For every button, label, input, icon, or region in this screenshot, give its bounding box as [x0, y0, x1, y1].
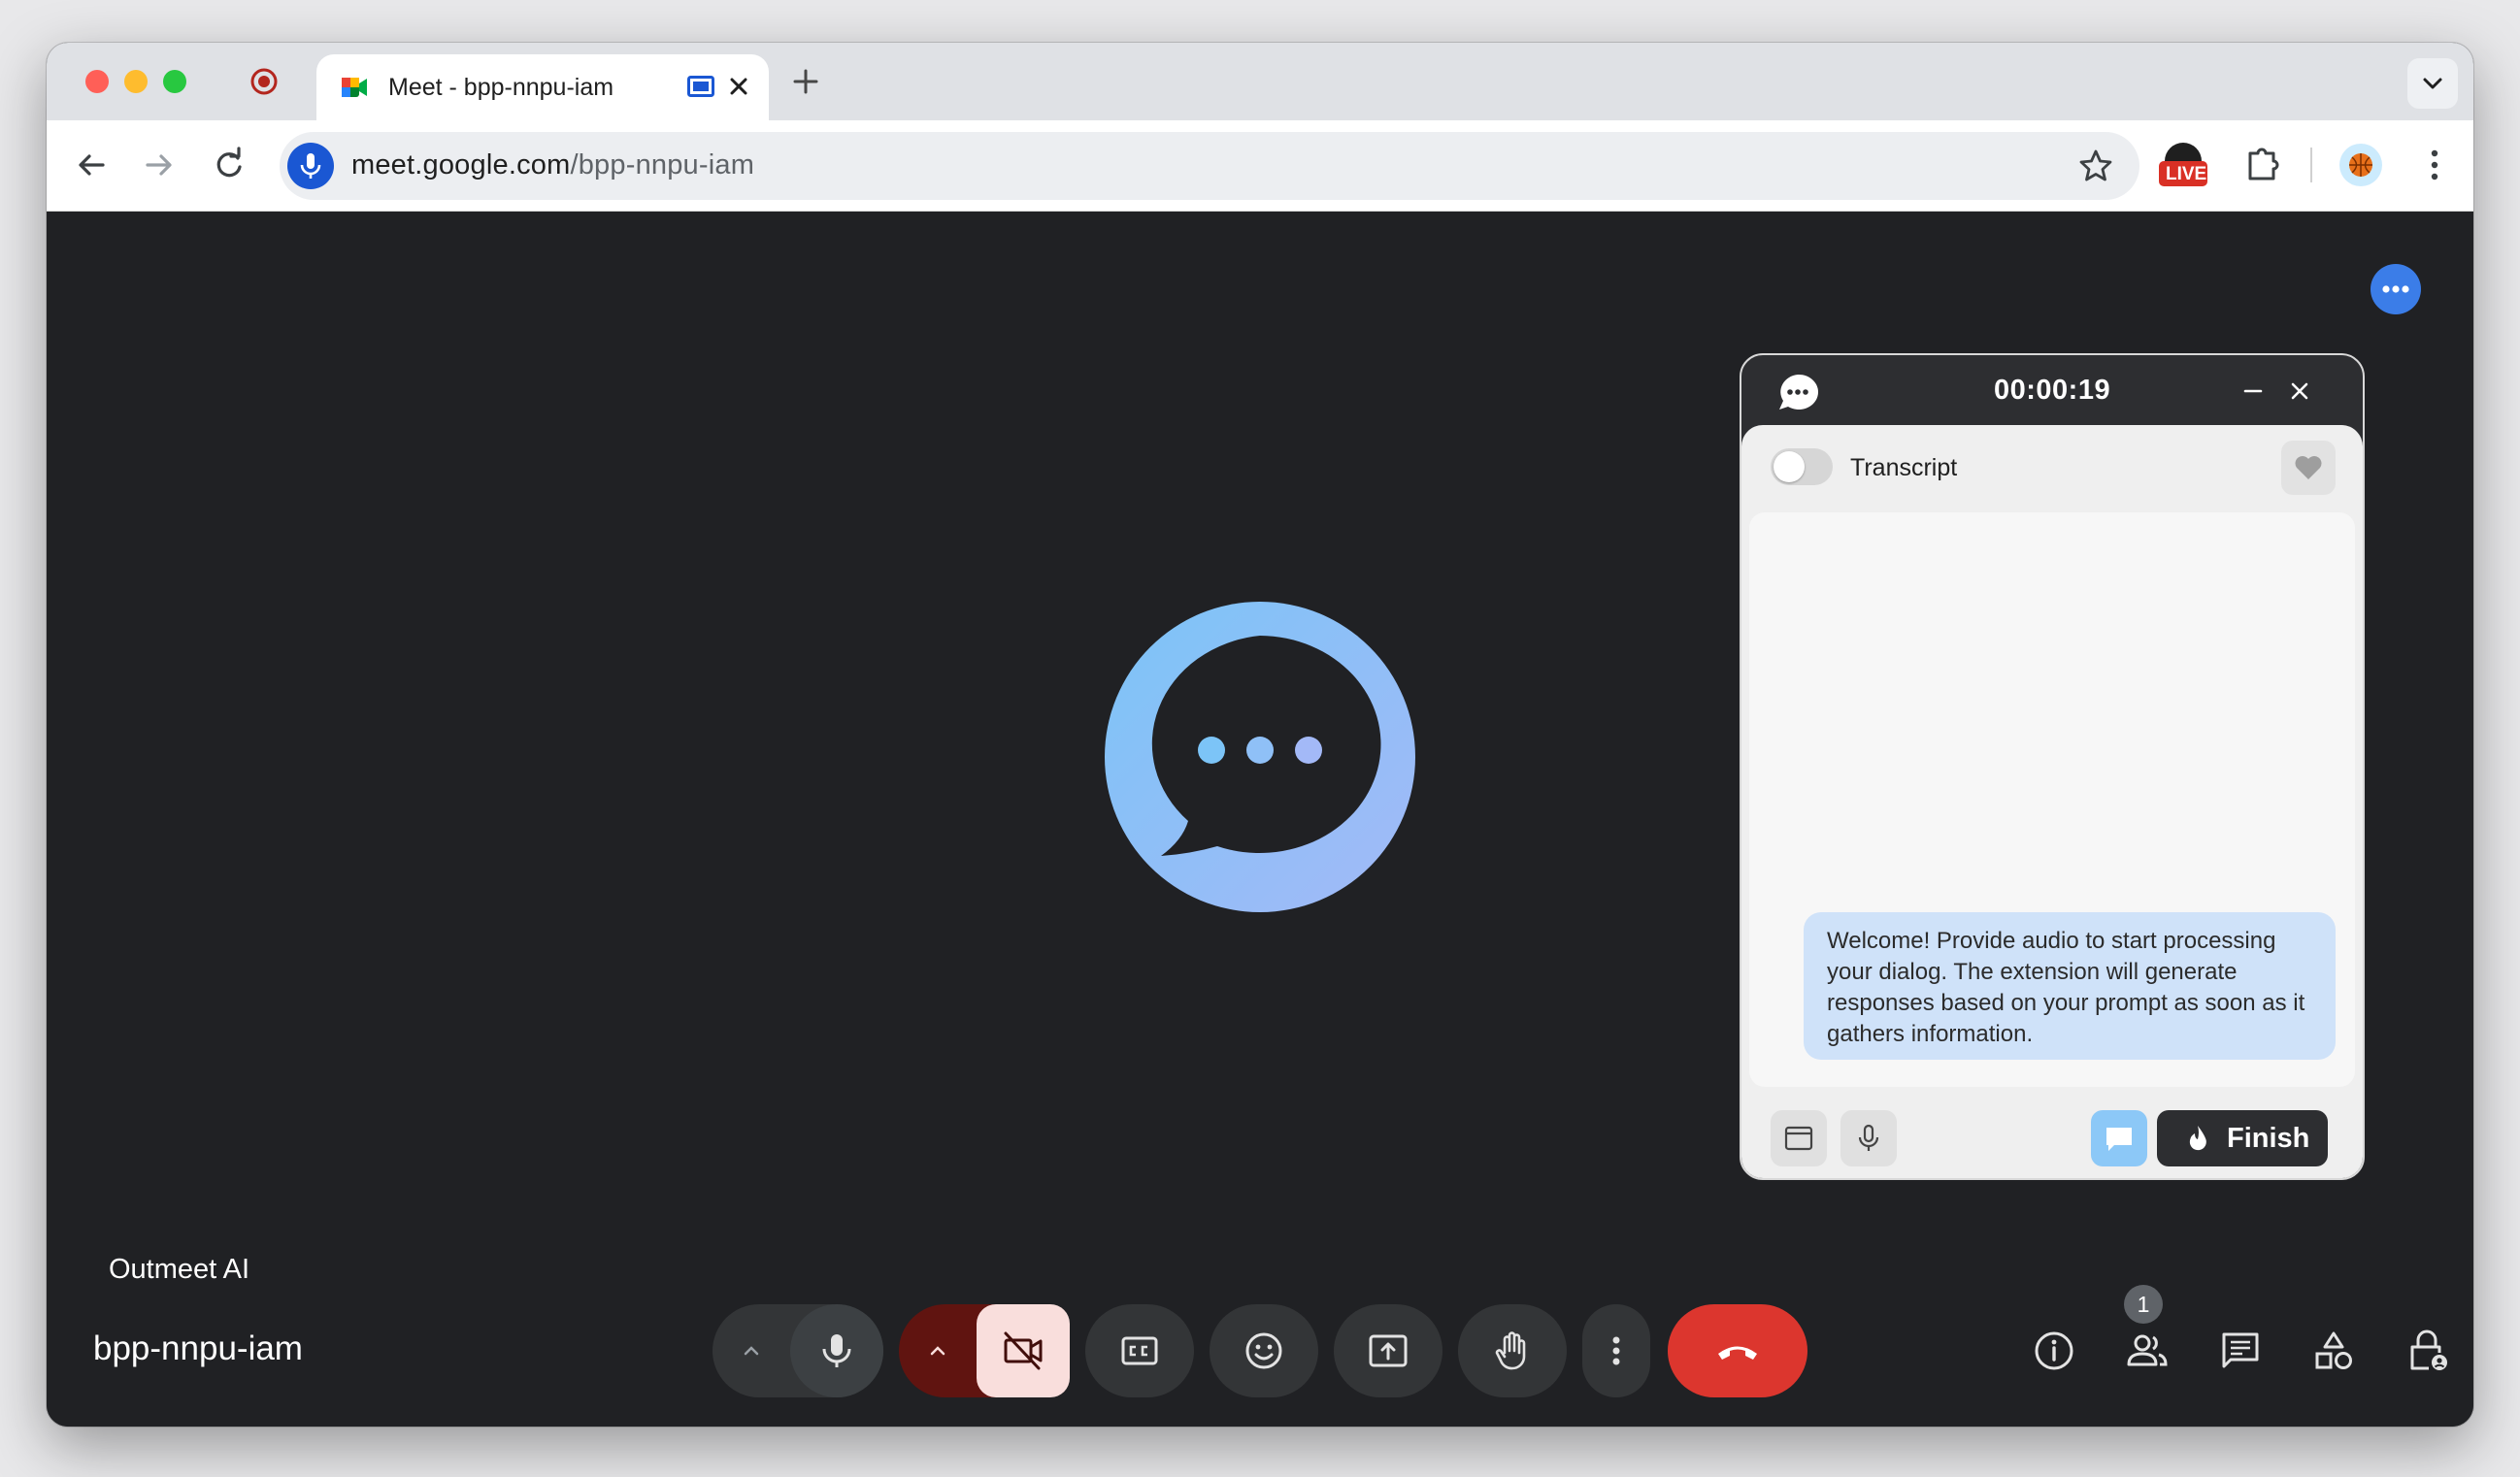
back-arrow-icon[interactable]	[70, 144, 113, 186]
basketball-avatar-icon	[2349, 153, 2372, 177]
new-tab-icon[interactable]	[788, 64, 823, 99]
heart-icon	[2295, 456, 2322, 479]
end-call-button[interactable]	[1668, 1304, 1807, 1397]
browser-window-button[interactable]	[1771, 1110, 1827, 1166]
activities-icon[interactable]	[2310, 1328, 2357, 1374]
participant-name: Outmeet AI	[109, 1254, 250, 1285]
favorite-button[interactable]	[2281, 441, 2336, 495]
url-path: /bpp-nnpu-iam	[570, 149, 755, 181]
address-bar[interactable]: meet.google.com/bpp-nnpu-iam	[280, 132, 2139, 200]
url-domain: meet.google.com	[351, 149, 571, 181]
microphone-button[interactable]	[790, 1304, 883, 1397]
live-badge-text: LIVE	[2166, 164, 2207, 184]
chat-icon[interactable]	[2217, 1328, 2264, 1374]
chat-bubble-icon	[2106, 1128, 2132, 1151]
widget-timer: 00:00:19	[1994, 375, 2111, 406]
meeting-info-icon[interactable]	[2031, 1328, 2077, 1374]
minimize-icon[interactable]	[2240, 378, 2266, 404]
profile-avatar[interactable]	[2339, 144, 2382, 186]
minimize-window-button[interactable]	[124, 70, 148, 93]
widget-header[interactable]: 00:00:19	[1741, 355, 2363, 425]
window-icon	[1784, 1126, 1813, 1151]
camera-off-button[interactable]	[977, 1304, 1070, 1397]
captions-button[interactable]	[1085, 1304, 1194, 1397]
welcome-message: Welcome! Provide audio to start processi…	[1804, 912, 2336, 1060]
widget-microphone-button[interactable]	[1840, 1110, 1897, 1166]
picture-in-picture-icon[interactable]	[687, 76, 714, 97]
finish-button[interactable]: Finish	[2157, 1110, 2328, 1166]
meet-stage: Outmeet AI bpp-nnpu-iam 1 00:00:19 Trans…	[47, 212, 2473, 1427]
chevron-down-icon	[2423, 78, 2442, 89]
extensions-puzzle-icon[interactable]	[2244, 142, 2283, 184]
widget-body: Transcript Welcome! Provide audio to sta…	[1741, 425, 2363, 1178]
emoji-reactions-button[interactable]	[1210, 1304, 1318, 1397]
more-options-button[interactable]	[1582, 1304, 1650, 1397]
tab-title: Meet - bpp-nnpu-iam	[388, 74, 614, 101]
more-options-icon	[1612, 1336, 1620, 1365]
message-area: Welcome! Provide audio to start processi…	[1749, 512, 2355, 1087]
present-screen-button[interactable]	[1334, 1304, 1442, 1397]
live-extension-button[interactable]: LIVE	[2157, 134, 2209, 192]
close-tab-icon[interactable]	[724, 72, 753, 101]
camera-off-icon	[1004, 1331, 1043, 1370]
tab-meet[interactable]: Meet - bpp-nnpu-iam	[316, 54, 769, 120]
close-icon[interactable]	[2287, 378, 2312, 404]
transcript-label: Transcript	[1850, 454, 1958, 481]
close-window-button[interactable]	[85, 70, 109, 93]
url-text: meet.google.com/bpp-nnpu-iam	[351, 149, 754, 181]
widget-chat-button[interactable]	[2091, 1110, 2147, 1166]
browser-menu-icon[interactable]	[2429, 146, 2440, 184]
microphone-icon	[300, 153, 321, 179]
people-icon[interactable]	[2124, 1328, 2171, 1374]
raise-hand-button[interactable]	[1458, 1304, 1567, 1397]
maximize-window-button[interactable]	[163, 70, 186, 93]
camera-control-group	[899, 1304, 1070, 1397]
outmeet-widget: 00:00:19 Transcript Welcome! Provide aud…	[1740, 353, 2365, 1180]
outmeet-launcher-button[interactable]	[2371, 264, 2421, 314]
tab-search-button[interactable]	[2407, 58, 2458, 109]
flame-icon	[2189, 1126, 2206, 1151]
outmeet-logo-icon	[1105, 602, 1415, 912]
bookmark-star-icon[interactable]	[2077, 148, 2114, 184]
emoji-icon	[1245, 1332, 1282, 1369]
raise-hand-icon	[1495, 1331, 1526, 1370]
reload-icon[interactable]	[208, 144, 250, 186]
browser-window: Meet - bpp-nnpu-iam meet.google.com/bpp-…	[47, 43, 2473, 1427]
tab-strip: Meet - bpp-nnpu-iam	[47, 43, 2473, 120]
mic-options-chevron-icon[interactable]	[738, 1337, 765, 1364]
microphone-in-use-button[interactable]	[287, 143, 334, 189]
transcript-toggle[interactable]	[1771, 448, 1833, 485]
finish-label: Finish	[2227, 1123, 2310, 1154]
browser-toolbar: meet.google.com/bpp-nnpu-iam LIVE	[47, 120, 2473, 212]
microphone-control-group	[713, 1304, 883, 1397]
people-count-badge: 1	[2124, 1285, 2163, 1324]
microphone-icon	[822, 1334, 851, 1367]
chat-bubble-icon	[1779, 374, 1819, 410]
captions-icon	[1121, 1336, 1158, 1365]
google-meet-favicon-icon	[342, 78, 367, 97]
host-controls-icon[interactable]	[2404, 1328, 2450, 1374]
forward-arrow-icon[interactable]	[138, 144, 181, 186]
present-screen-icon	[1369, 1334, 1408, 1367]
microphone-icon	[1858, 1124, 1879, 1151]
more-horizontal-icon	[2382, 285, 2409, 293]
camera-options-chevron-icon[interactable]	[924, 1337, 951, 1364]
end-call-icon	[1718, 1346, 1757, 1360]
toolbar-divider	[2310, 148, 2312, 182]
meeting-code: bpp-nnpu-iam	[93, 1329, 303, 1367]
recording-indicator-icon[interactable]	[249, 66, 280, 97]
